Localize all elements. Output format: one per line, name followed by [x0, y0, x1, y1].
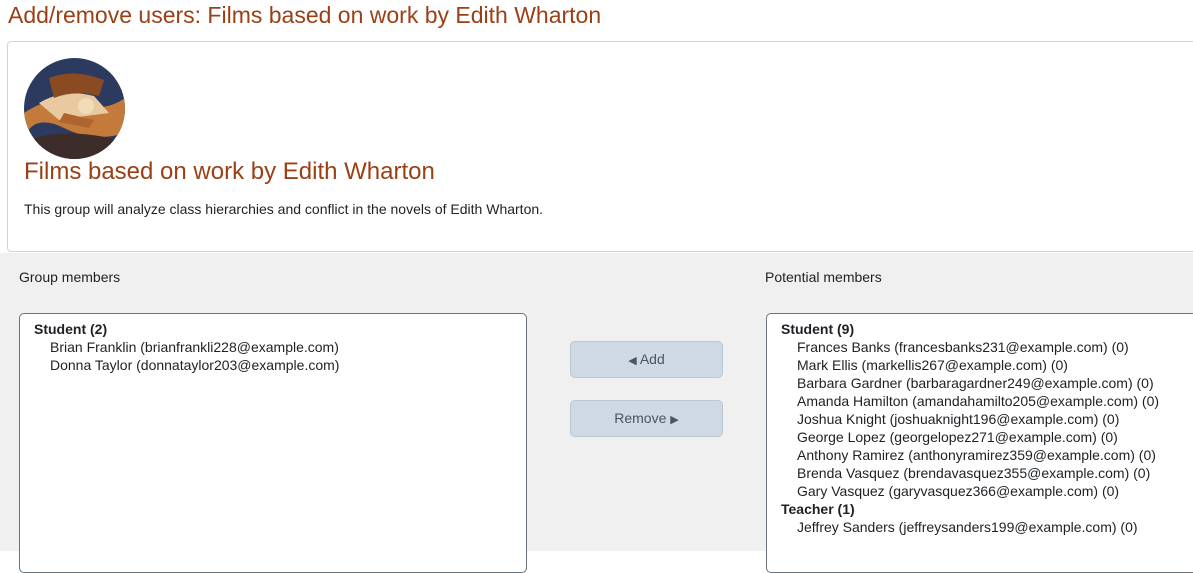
remove-button-label: Remove	[614, 410, 667, 426]
potential-members-select[interactable]: Student (9) Frances Banks (francesbanks2…	[766, 313, 1193, 573]
optgroup-label: Student (2)	[34, 321, 108, 337]
list-item[interactable]: Gary Vasquez (garyvasquez366@example.com…	[781, 482, 1193, 500]
list-item[interactable]: Brian Franklin (brianfrankli228@example.…	[34, 338, 526, 356]
group-avatar	[24, 58, 125, 159]
list-item[interactable]: Mark Ellis (markellis267@example.com) (0…	[781, 356, 1193, 374]
potential-members-label: Potential members	[765, 269, 882, 285]
list-item[interactable]: Anthony Ramirez (anthonyramirez359@examp…	[781, 446, 1193, 464]
page-title: Add/remove users: Films based on work by…	[8, 2, 602, 28]
list-item[interactable]: Brenda Vasquez (brendavasquez355@example…	[781, 464, 1193, 482]
list-item[interactable]: Frances Banks (francesbanks231@example.c…	[781, 338, 1193, 356]
list-item[interactable]: Barbara Gardner (barbaragardner249@examp…	[781, 374, 1193, 392]
list-item[interactable]: Amanda Hamilton (amandahamilto205@exampl…	[781, 392, 1193, 410]
arrow-left-icon: ◀	[628, 355, 637, 367]
remove-button[interactable]: Remove ▶	[570, 400, 723, 437]
group-members-label: Group members	[19, 269, 121, 285]
group-members-select[interactable]: Student (2) Brian Franklin (brianfrankli…	[19, 313, 527, 573]
group-name: Films based on work by Edith Wharton	[24, 158, 435, 185]
members-panel: Group members Potential members Student …	[0, 253, 1193, 573]
group-description: This group will analyze class hierarchie…	[24, 201, 544, 217]
optgroup-label: Student (9)	[781, 321, 855, 337]
group-info-card: Films based on work by Edith Wharton Thi…	[7, 41, 1193, 252]
add-button[interactable]: ◀ Add	[570, 341, 723, 378]
add-button-label: Add	[639, 351, 665, 367]
arrow-right-icon: ▶	[670, 414, 679, 426]
list-item[interactable]: Joshua Knight (joshuaknight196@example.c…	[781, 410, 1193, 428]
list-item[interactable]: Donna Taylor (donnataylor203@example.com…	[34, 356, 526, 374]
list-item[interactable]: George Lopez (georgelopez271@example.com…	[781, 428, 1193, 446]
optgroup-label: Teacher (1)	[781, 501, 855, 517]
group-picture-image	[24, 58, 125, 159]
list-item[interactable]: Jeffrey Sanders (jeffreysanders199@examp…	[781, 518, 1193, 536]
